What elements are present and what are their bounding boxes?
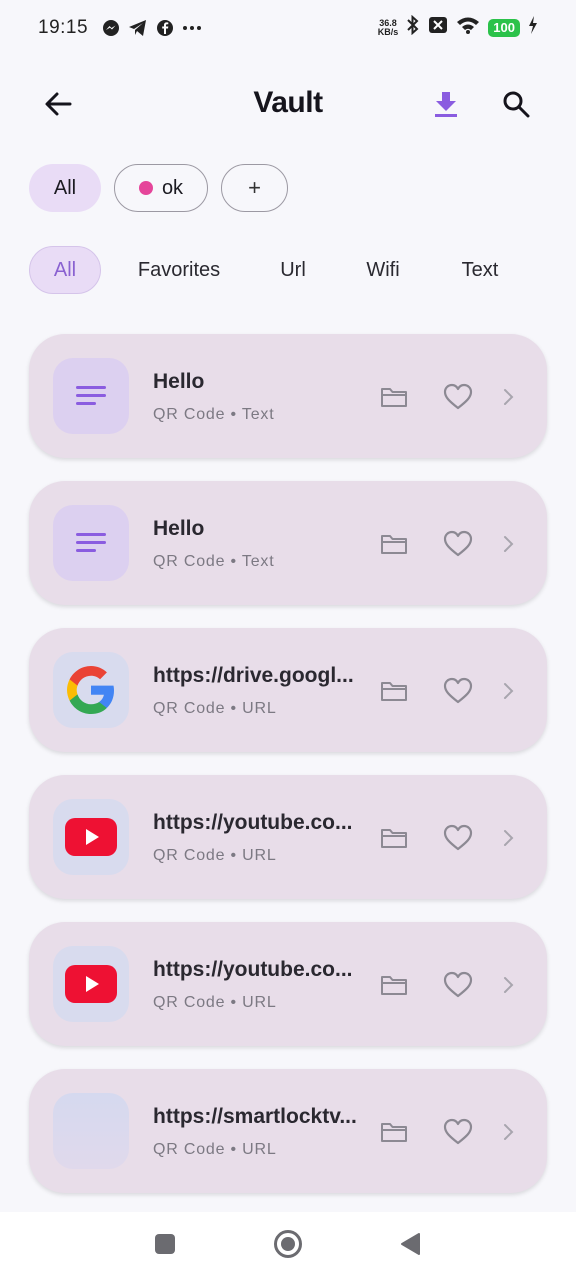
item-subtitle: QR Code • URL bbox=[153, 700, 277, 717]
text-lines-icon bbox=[53, 505, 129, 581]
status-time: 19:15 bbox=[38, 17, 89, 38]
home-button[interactable] bbox=[268, 1226, 308, 1266]
favorite-heart-icon[interactable] bbox=[440, 968, 476, 1002]
vault-screen: 19:15 36.8 KB/s 100 Vault All ok + All F… bbox=[0, 0, 576, 1280]
more-dots-icon bbox=[182, 19, 202, 37]
tab-url[interactable]: Url bbox=[263, 246, 323, 294]
add-folder-button[interactable]: + bbox=[221, 164, 288, 212]
tab-favorites[interactable]: Favorites bbox=[121, 246, 237, 294]
messenger-icon bbox=[102, 19, 120, 37]
item-title: https://youtube.co... bbox=[153, 811, 353, 834]
chevron-right-icon bbox=[499, 384, 517, 410]
list-item[interactable]: https://youtube.co... QR Code • URL bbox=[29, 775, 547, 899]
favorite-heart-icon[interactable] bbox=[440, 527, 476, 561]
download-icon bbox=[433, 90, 459, 123]
system-back-button[interactable] bbox=[390, 1226, 430, 1266]
net-speed-unit: KB/s bbox=[377, 27, 399, 37]
chevron-right-icon bbox=[499, 678, 517, 704]
folder-icon[interactable] bbox=[377, 382, 411, 412]
tab-wifi[interactable]: Wifi bbox=[353, 246, 413, 294]
charging-icon bbox=[528, 16, 538, 40]
item-title: https://drive.googl... bbox=[153, 664, 354, 687]
app-bar: Vault bbox=[0, 72, 576, 140]
folder-icon[interactable] bbox=[377, 676, 411, 706]
network-speed: 36.8 KB/s bbox=[378, 19, 399, 37]
list-item[interactable]: https://youtube.co... QR Code • URL bbox=[29, 922, 547, 1046]
tab-text[interactable]: Text bbox=[447, 246, 513, 294]
folder-chip-ok[interactable]: ok bbox=[114, 164, 208, 212]
recents-square-icon bbox=[154, 1233, 176, 1260]
item-subtitle: QR Code • URL bbox=[153, 847, 277, 864]
back-triangle-icon bbox=[399, 1232, 421, 1261]
telegram-icon bbox=[128, 19, 148, 37]
sim-off-icon bbox=[428, 16, 448, 40]
youtube-logo-icon bbox=[53, 799, 129, 875]
home-circle-icon bbox=[273, 1229, 303, 1264]
item-subtitle: QR Code • URL bbox=[153, 1141, 277, 1158]
item-title: Hello bbox=[153, 370, 205, 393]
folder-icon[interactable] bbox=[377, 970, 411, 1000]
folder-icon[interactable] bbox=[377, 823, 411, 853]
list-item[interactable]: https://smartlocktv... QR Code • URL bbox=[29, 1069, 547, 1193]
page-title: Vault bbox=[253, 86, 323, 119]
folder-chip-all[interactable]: All bbox=[29, 164, 101, 212]
item-title: Hello bbox=[153, 517, 205, 540]
folder-chip-ok-label: ok bbox=[161, 176, 184, 199]
chevron-right-icon bbox=[499, 825, 517, 851]
item-subtitle: QR Code • URL bbox=[153, 994, 277, 1011]
list-item[interactable]: https://drive.googl... QR Code • URL bbox=[29, 628, 547, 752]
folder-icon[interactable] bbox=[377, 1117, 411, 1147]
chevron-right-icon bbox=[499, 1119, 517, 1145]
folder-icon[interactable] bbox=[377, 529, 411, 559]
wifi-icon bbox=[456, 16, 480, 40]
text-lines-icon bbox=[53, 358, 129, 434]
favorite-heart-icon[interactable] bbox=[440, 380, 476, 414]
list-item[interactable]: Hello QR Code • Text bbox=[29, 334, 547, 458]
tab-all[interactable]: All bbox=[29, 246, 101, 294]
list-item[interactable]: Hello QR Code • Text bbox=[29, 481, 547, 605]
facebook-icon bbox=[156, 19, 174, 37]
youtube-logo-icon bbox=[53, 946, 129, 1022]
chevron-right-icon bbox=[499, 531, 517, 557]
blank-icon bbox=[53, 1093, 129, 1169]
status-notification-icons bbox=[102, 19, 202, 37]
battery-icon: 100 bbox=[488, 19, 520, 37]
favorite-heart-icon[interactable] bbox=[440, 821, 476, 855]
search-button[interactable] bbox=[496, 86, 536, 126]
folder-filter-chips: All ok + bbox=[29, 164, 288, 212]
bluetooth-icon bbox=[406, 14, 420, 41]
type-filter-tabs: All Favorites Url Wifi Text bbox=[29, 246, 547, 294]
download-button[interactable] bbox=[426, 86, 466, 126]
status-bar: 19:15 36.8 KB/s 100 bbox=[0, 0, 576, 56]
item-title: https://youtube.co... bbox=[153, 958, 353, 981]
item-subtitle: QR Code • Text bbox=[153, 406, 275, 423]
chevron-right-icon bbox=[499, 972, 517, 998]
google-logo-icon bbox=[53, 652, 129, 728]
status-system-icons: 36.8 KB/s 100 bbox=[378, 14, 538, 41]
item-subtitle: QR Code • Text bbox=[153, 553, 275, 570]
item-title: https://smartlocktv... bbox=[153, 1105, 357, 1128]
recents-button[interactable] bbox=[145, 1226, 185, 1266]
search-icon bbox=[502, 90, 530, 123]
favorite-heart-icon[interactable] bbox=[440, 1115, 476, 1149]
system-nav-bar bbox=[0, 1212, 576, 1280]
favorite-heart-icon[interactable] bbox=[440, 674, 476, 708]
folder-color-dot bbox=[138, 181, 153, 195]
